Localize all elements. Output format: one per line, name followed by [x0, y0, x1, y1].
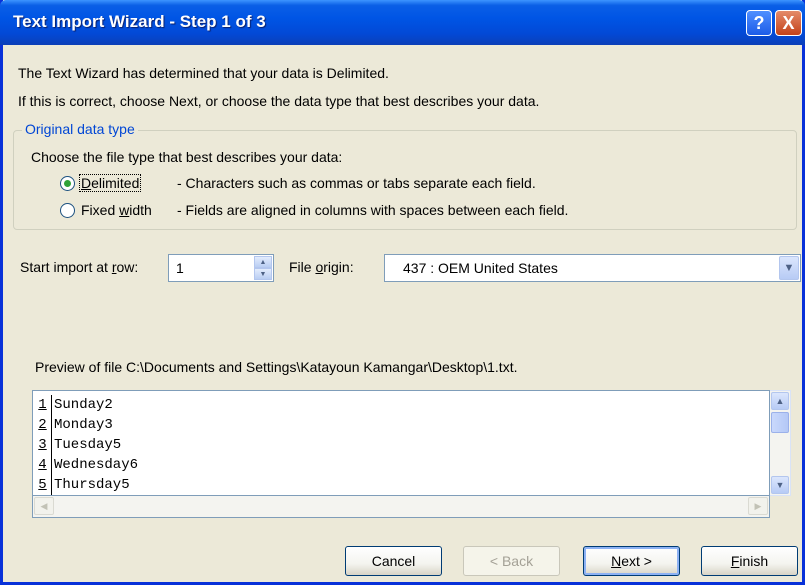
help-button[interactable]: ?	[746, 10, 772, 36]
file-origin-label: File origin:	[289, 259, 354, 275]
preview-row: 5 Thursday5	[34, 475, 138, 495]
preview-vertical-scrollbar[interactable]: ▲ ▼	[770, 390, 791, 496]
preview-row-text: Monday3	[54, 417, 113, 433]
preview-row-number: 2	[34, 415, 52, 435]
next-button[interactable]: Next >	[583, 546, 680, 576]
cancel-button[interactable]: Cancel	[345, 546, 442, 576]
scroll-up-icon[interactable]: ▲	[771, 392, 789, 410]
help-icon: ?	[753, 12, 765, 33]
spinner-buttons: ▲ ▼	[254, 256, 272, 280]
scroll-right-icon[interactable]: ▶	[748, 497, 768, 515]
preview-rows: 1 Sunday2 2 Monday3 3 Tuesday5 4 Wednesd…	[34, 395, 138, 495]
radio-selected-dot	[64, 180, 71, 187]
start-row-value: 1	[176, 260, 184, 276]
delimited-label[interactable]: Delimited	[79, 174, 142, 192]
preview-row: 1 Sunday2	[34, 395, 138, 415]
scroll-down-icon[interactable]: ▼	[771, 476, 789, 494]
fixed-width-description: - Fields are aligned in columns with spa…	[177, 202, 569, 218]
preview-box[interactable]: 1 Sunday2 2 Monday3 3 Tuesday5 4 Wednesd…	[32, 390, 770, 496]
window-title: Text Import Wizard - Step 1 of 3	[13, 12, 266, 31]
delimited-description: - Characters such as commas or tabs sepa…	[177, 175, 536, 191]
start-row-spinner[interactable]: 1 ▲ ▼	[168, 254, 274, 282]
delimited-radio[interactable]	[60, 176, 75, 191]
back-button[interactable]: < Back	[463, 546, 560, 576]
fixed-width-label[interactable]: Fixed width	[81, 202, 152, 218]
chevron-down-icon[interactable]: ▼	[779, 256, 799, 280]
preview-row: 2 Monday3	[34, 415, 138, 435]
close-button[interactable]: X	[775, 10, 802, 36]
preview-row: 4 Wednesday6	[34, 455, 138, 475]
finish-button[interactable]: Finish	[701, 546, 798, 576]
title-bar[interactable]: Text Import Wizard - Step 1 of 3 ? X	[0, 0, 805, 45]
close-icon: X	[782, 12, 795, 33]
preview-row-number: 5	[34, 475, 52, 495]
intro-line-1: The Text Wizard has determined that your…	[18, 65, 389, 81]
start-import-label: Start import at row:	[20, 259, 139, 275]
intro-line-2: If this is correct, choose Next, or choo…	[18, 93, 540, 109]
preview-row-number: 1	[34, 395, 52, 415]
original-data-type-legend: Original data type	[22, 121, 138, 137]
preview-row-text: Thursday5	[54, 477, 130, 493]
preview-row-text: Sunday2	[54, 397, 113, 413]
file-origin-value: 437 : OEM United States	[403, 260, 558, 276]
spin-up-icon[interactable]: ▲	[254, 256, 272, 268]
spin-down-icon[interactable]: ▼	[254, 268, 272, 280]
preview-row-number: 3	[34, 435, 52, 455]
preview-row-text: Tuesday5	[54, 437, 122, 453]
preview-row-text: Wednesday6	[54, 457, 139, 473]
file-type-prompt: Choose the file type that best describes…	[31, 149, 343, 165]
file-origin-select[interactable]: 437 : OEM United States ▼	[384, 254, 801, 282]
preview-row: 3 Tuesday5	[34, 435, 138, 455]
preview-horizontal-scrollbar[interactable]: ◀ ▶	[32, 496, 770, 518]
fixed-width-radio[interactable]	[60, 203, 75, 218]
preview-label: Preview of file C:\Documents and Setting…	[35, 359, 518, 375]
preview-row-number: 4	[34, 455, 52, 475]
scrollbar-thumb[interactable]	[771, 412, 789, 433]
scroll-left-icon[interactable]: ◀	[34, 497, 54, 515]
text-import-wizard-dialog: Text Import Wizard - Step 1 of 3 ? X The…	[0, 0, 805, 585]
